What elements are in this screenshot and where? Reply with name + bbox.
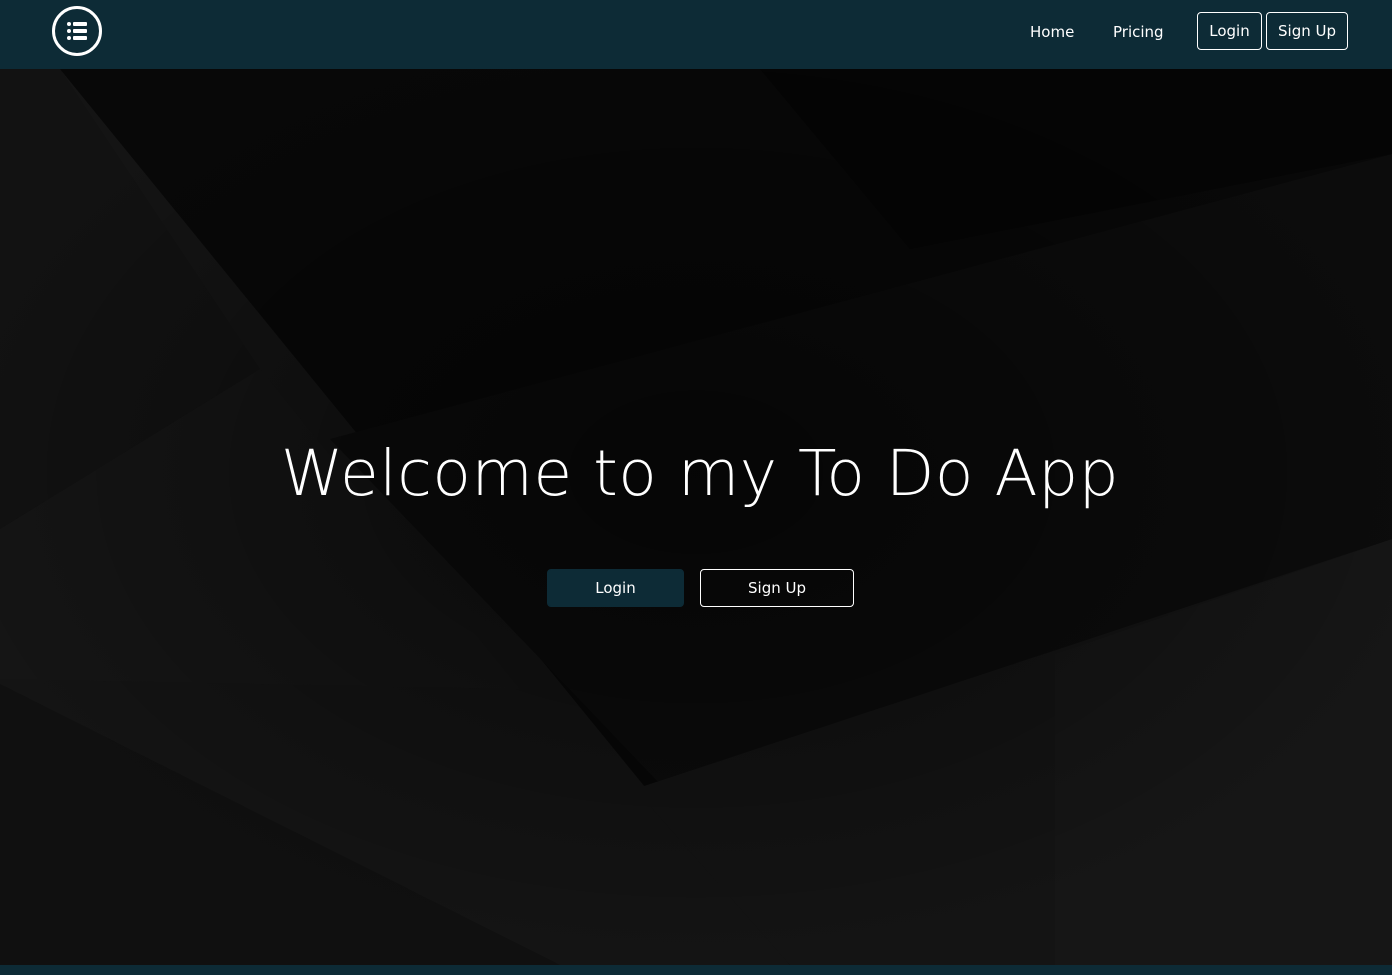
- hero-background: [0, 69, 1392, 965]
- logo-home-link[interactable]: [52, 6, 102, 56]
- nav-link-home[interactable]: Home: [1030, 21, 1074, 43]
- hero-title: Welcome to my To Do App: [280, 437, 1120, 510]
- nav-signup-button[interactable]: Sign Up: [1266, 12, 1348, 50]
- nav-login-button[interactable]: Login: [1197, 12, 1262, 50]
- hero-signup-button[interactable]: Sign Up: [700, 569, 854, 607]
- hero-login-button[interactable]: Login: [547, 569, 684, 607]
- footer-strip: [0, 965, 1392, 975]
- nav-link-pricing[interactable]: Pricing: [1113, 21, 1164, 43]
- navbar: Home Pricing Login Sign Up: [0, 0, 1392, 69]
- list-icon: [67, 22, 87, 40]
- hero-section: Welcome to my To Do App Login Sign Up: [0, 69, 1392, 965]
